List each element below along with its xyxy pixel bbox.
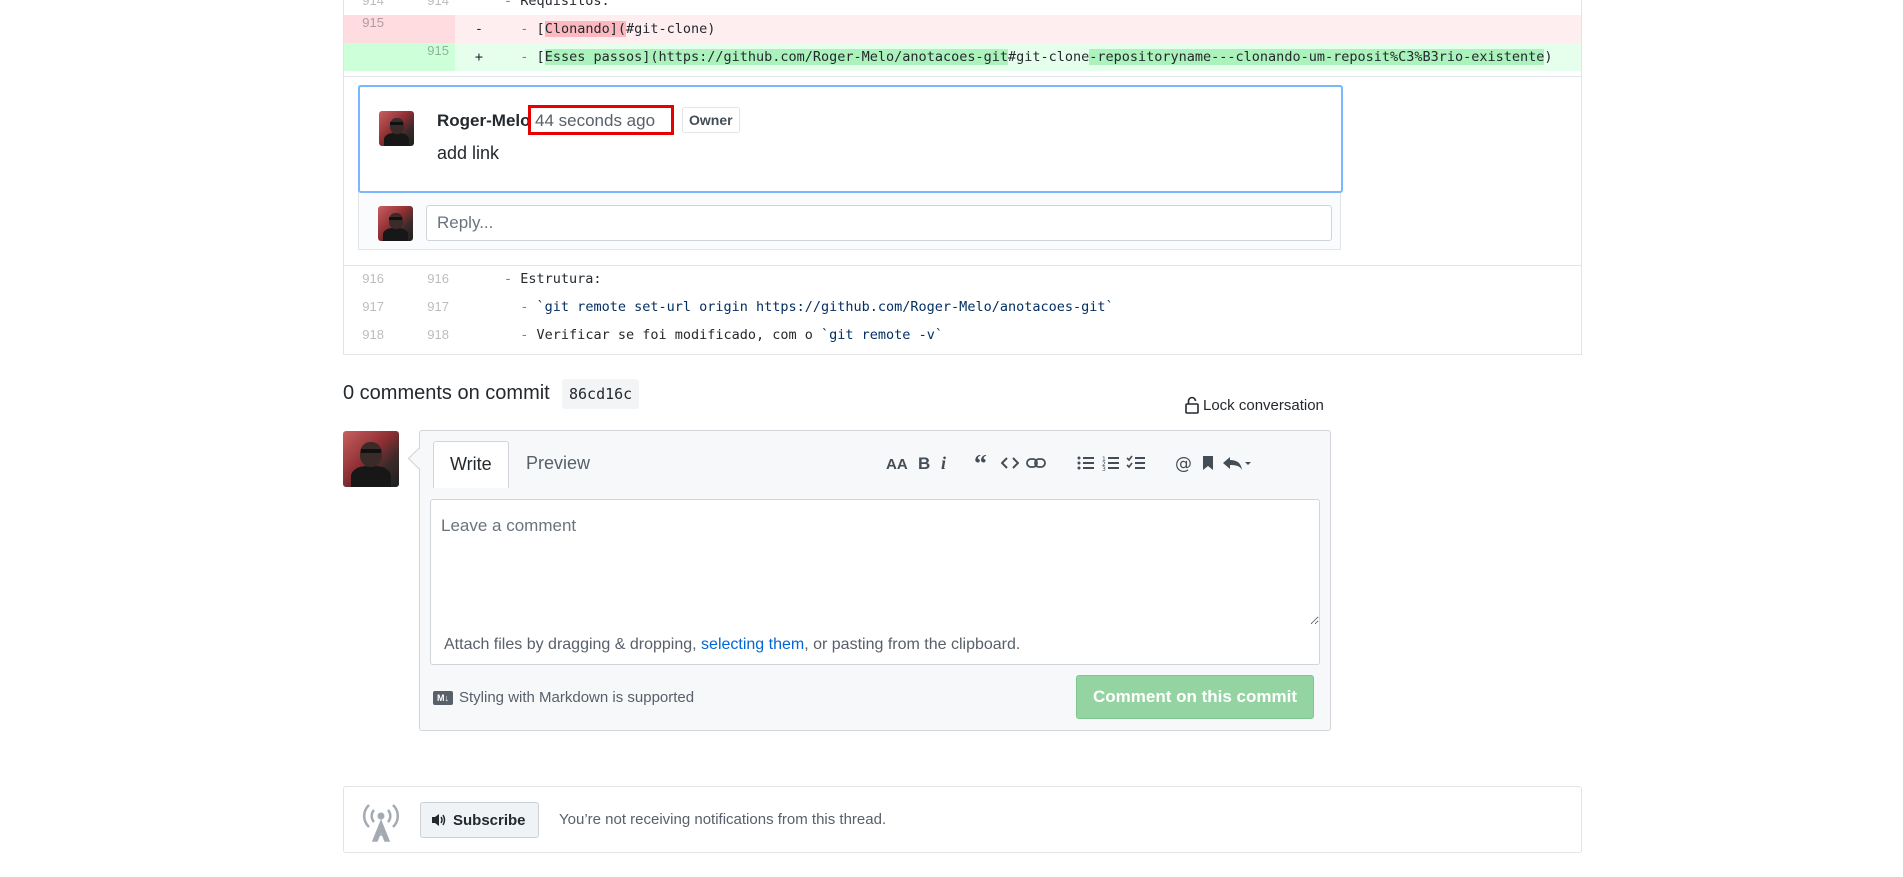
- diff-line-deleted: 915 - - [Clonando](#git-clone): [344, 15, 1581, 43]
- old-line-number[interactable]: 916: [344, 265, 384, 293]
- current-user-avatar[interactable]: [343, 431, 399, 487]
- reply-avatar: [378, 206, 413, 241]
- code-icon[interactable]: [997, 448, 1023, 478]
- comment-body: add link: [437, 143, 500, 163]
- review-comment: Roger-Melo 44 seconds ago Owner add link: [358, 85, 1343, 193]
- avatar[interactable]: [379, 111, 414, 146]
- new-line-number[interactable]: 916: [409, 265, 449, 293]
- svg-text:@: @: [1175, 454, 1192, 472]
- code-text: - Estrutura:: [504, 271, 602, 287]
- diff-line-916: 916 916 - Estrutura:: [344, 265, 1581, 293]
- svg-text:“: “: [974, 455, 987, 471]
- notifications-box: Subscribe You’re not receiving notificat…: [343, 786, 1582, 853]
- new-line-number[interactable]: 915: [409, 37, 449, 65]
- markdown-note-label: Styling with Markdown is supported: [459, 689, 695, 706]
- code-text: - [Clonando](#git-clone): [520, 21, 716, 37]
- old-line-number[interactable]: 917: [344, 293, 384, 321]
- markdown-supported-note[interactable]: M↓ Styling with Markdown is supported: [433, 689, 694, 706]
- inline-comment-thread: Roger-Melo 44 seconds ago Owner add link: [344, 76, 1581, 266]
- old-line-number[interactable]: 918: [344, 321, 384, 349]
- svg-text:3: 3: [1102, 466, 1106, 471]
- quote-icon[interactable]: “: [970, 448, 996, 478]
- new-line-number[interactable]: 918: [409, 321, 449, 349]
- diff-sign: +: [474, 49, 484, 65]
- lock-icon: [1185, 396, 1199, 414]
- svg-text:AA: AA: [886, 456, 908, 471]
- diff-line-added: 915 + - [Esses passos](https://github.co…: [344, 43, 1581, 71]
- commit-sha[interactable]: 86cd16c: [562, 379, 640, 409]
- markdown-icon: M↓: [433, 690, 453, 705]
- bookmark-icon[interactable]: [1195, 448, 1221, 478]
- comment-on-commit-button[interactable]: Comment on this commit: [1076, 675, 1314, 719]
- mention-icon[interactable]: @: [1171, 448, 1197, 478]
- subscription-reason: You’re not receiving notifications from …: [559, 811, 887, 828]
- selecting-them-link[interactable]: selecting them: [701, 636, 804, 653]
- code-text: - Verificar se foi modificado, com o `gi…: [520, 327, 943, 343]
- new-line-number[interactable]: 917: [409, 293, 449, 321]
- svg-text:i: i: [941, 455, 946, 471]
- lock-conversation-label: Lock conversation: [1203, 396, 1324, 414]
- ordered-list-icon[interactable]: 123: [1098, 448, 1124, 478]
- task-list-icon[interactable]: [1123, 448, 1149, 478]
- tab-write[interactable]: Write: [433, 441, 509, 488]
- commit-comments-count: 0 comments on commit: [343, 382, 550, 404]
- code-text: - [Esses passos](https://github.com/Roge…: [520, 49, 1553, 65]
- diff-line-914: 914 914 - Requisitos:: [344, 0, 1581, 15]
- attach-text-suffix: , or pasting from the clipboard.: [804, 636, 1021, 653]
- svg-text:B: B: [918, 455, 930, 471]
- italic-icon[interactable]: i: [931, 448, 957, 478]
- tab-preview[interactable]: Preview: [510, 441, 606, 487]
- lock-conversation-button[interactable]: Lock conversation: [1185, 396, 1324, 414]
- diff-sign: -: [474, 21, 484, 37]
- thread-container: Roger-Melo 44 seconds ago Owner add link: [358, 85, 1343, 250]
- comment-textarea[interactable]: [430, 499, 1320, 626]
- code-text: - `git remote set-url origin https://git…: [520, 299, 1114, 315]
- header-icon[interactable]: AA: [884, 448, 910, 478]
- old-line-number[interactable]: 915: [344, 9, 384, 37]
- attach-text: Attach files by dragging & dropping,: [444, 636, 702, 653]
- subscribe-button[interactable]: Subscribe: [420, 802, 539, 838]
- diff-view: 914 914 - Requisitos: 915 - - [Clonando]…: [343, 0, 1582, 355]
- unmute-icon: [432, 814, 446, 826]
- commit-comments-heading: 0 comments on commit: [343, 382, 550, 405]
- code-text: - Requisitos:: [504, 0, 610, 9]
- comment-editor: Write Preview AA B i “ 123 @ Leave a com…: [419, 430, 1331, 731]
- timestamp-highlight-box: [528, 105, 674, 135]
- reply-dropdown-icon[interactable]: [1220, 448, 1254, 478]
- new-line-number[interactable]: 914: [409, 0, 449, 15]
- diff-line-917: 917 917 - `git remote set-url origin htt…: [344, 293, 1581, 321]
- subscribe-label: Subscribe: [453, 811, 526, 829]
- comment-author-link[interactable]: Roger-Melo: [437, 111, 531, 131]
- owner-badge: Owner: [682, 107, 740, 133]
- diff-line-918: 918 918 - Verificar se foi modificado, c…: [344, 321, 1581, 349]
- attach-files-bar[interactable]: Attach files by dragging & dropping, sel…: [430, 625, 1320, 665]
- unordered-list-icon[interactable]: [1073, 448, 1099, 478]
- reply-input[interactable]: [426, 205, 1332, 241]
- broadcast-icon: [362, 804, 400, 842]
- link-icon[interactable]: [1023, 448, 1049, 478]
